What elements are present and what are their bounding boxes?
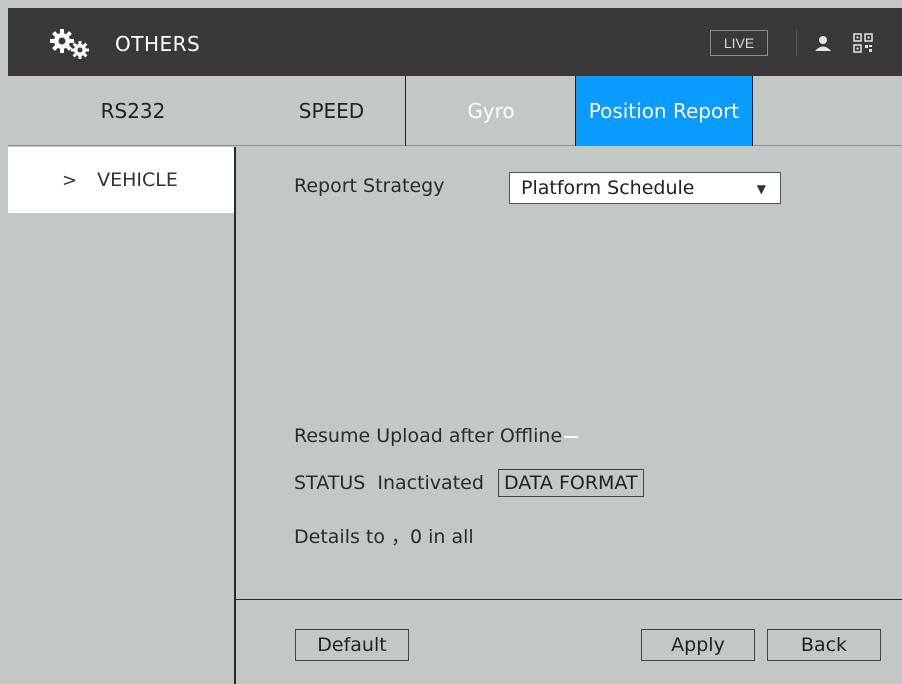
tab-gyro[interactable]: Gyro	[407, 76, 575, 146]
sidebar-item-vehicle[interactable]: > VEHICLE	[8, 147, 234, 213]
back-button[interactable]: Back	[767, 629, 881, 661]
gears-icon	[50, 29, 89, 59]
footer-divider	[236, 599, 902, 600]
main-panel: Report Strategy Platform Schedule ▼ Resu…	[236, 147, 902, 684]
page-title: OTHERS	[115, 32, 201, 56]
top-header: OTHERS LIVE	[8, 8, 902, 76]
report-strategy-value: Platform Schedule	[521, 177, 695, 199]
tab-speed[interactable]: SPEED	[258, 76, 406, 146]
report-strategy-label: Report Strategy	[294, 175, 445, 197]
chevron-right-icon: >	[62, 169, 78, 191]
dropdown-arrow-icon: ▼	[756, 182, 766, 196]
user-icon[interactable]	[812, 32, 834, 54]
tab-position-report[interactable]: Position Report	[575, 76, 753, 146]
status-row: STATUS Inactivated DATA FORMAT	[294, 469, 644, 497]
live-button[interactable]: LIVE	[710, 30, 768, 56]
resume-upload-checkbox[interactable]	[564, 435, 579, 438]
default-button[interactable]: Default	[295, 629, 409, 661]
data-format-button[interactable]: DATA FORMAT	[497, 469, 644, 497]
qr-code-icon[interactable]	[852, 32, 874, 54]
sidebar-item-label: VEHICLE	[97, 169, 178, 191]
resume-upload-row: Resume Upload after Offline	[294, 425, 579, 447]
header-divider	[796, 30, 797, 56]
resume-upload-label: Resume Upload after Offline	[294, 425, 563, 447]
status-label: STATUS	[294, 472, 366, 494]
apply-button[interactable]: Apply	[641, 629, 755, 661]
report-strategy-select[interactable]: Platform Schedule ▼	[509, 172, 781, 204]
details-text: Details to ，0 in all	[294, 526, 474, 548]
sidebar: > VEHICLE	[8, 147, 234, 684]
tab-bar: RS232 SPEED Gyro Position Report	[8, 76, 902, 146]
status-value: Inactivated	[377, 472, 484, 494]
tab-rs232[interactable]: RS232	[8, 76, 258, 146]
